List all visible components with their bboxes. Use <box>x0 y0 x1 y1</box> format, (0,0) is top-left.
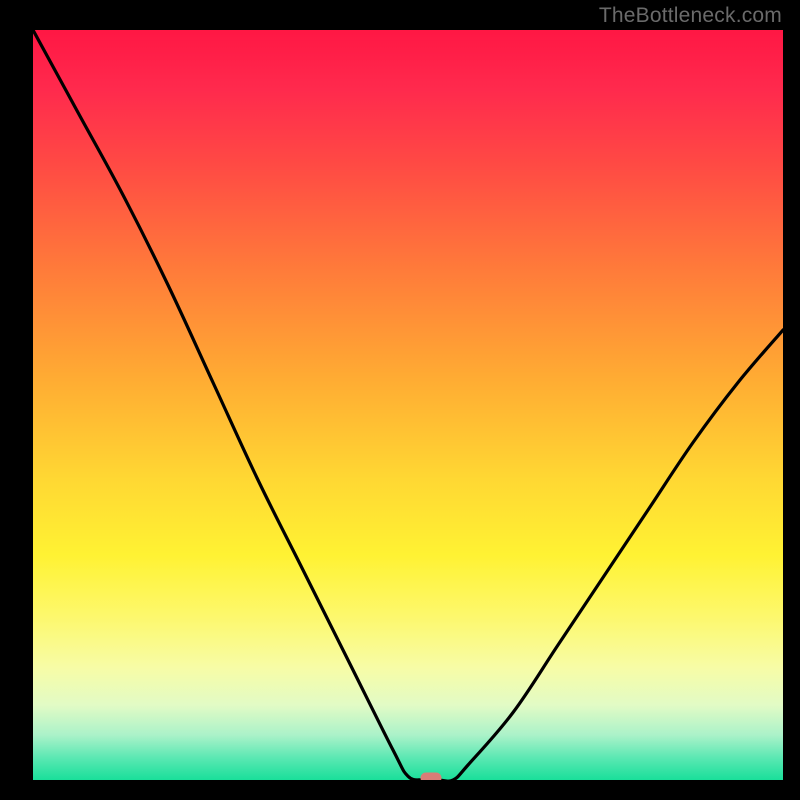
plot-area <box>33 30 783 780</box>
bottleneck-curve <box>33 30 783 780</box>
watermark-text: TheBottleneck.com <box>599 4 782 28</box>
chart-frame: TheBottleneck.com <box>0 0 800 800</box>
minimum-marker <box>420 772 441 780</box>
